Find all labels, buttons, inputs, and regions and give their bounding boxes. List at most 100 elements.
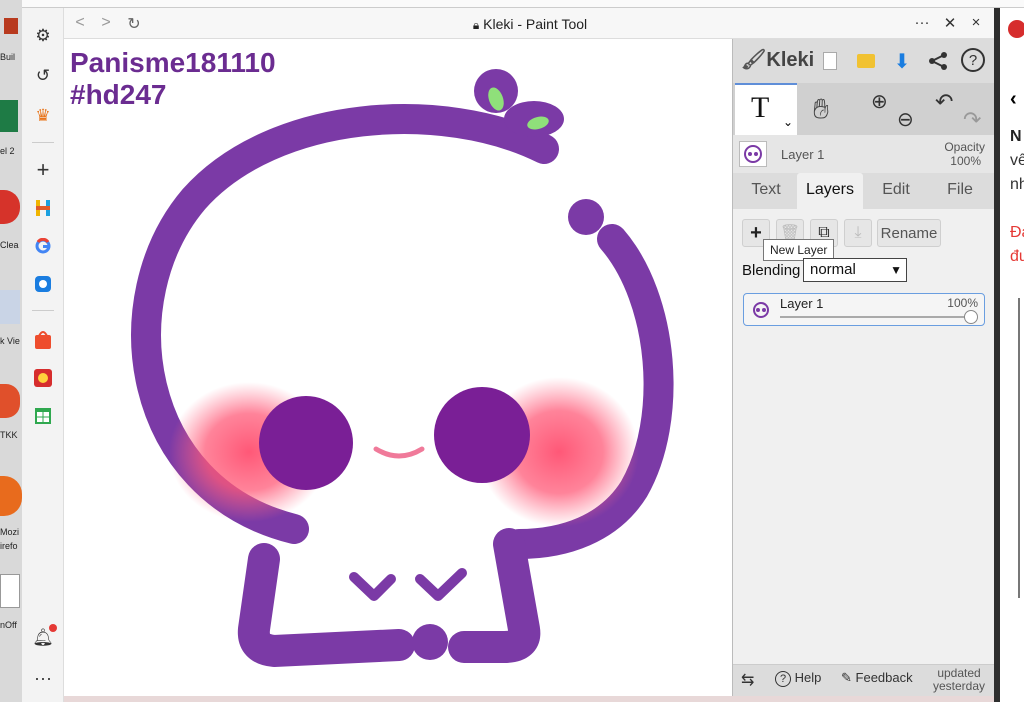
red-app-icon [34,369,52,387]
layer-item-thumbnail [750,298,772,322]
browser-sidebar: ⚙ ↺ ♛ + 🔔︎ ··· [22,8,64,702]
window-top-strip [22,0,1024,8]
swap-sides-icon[interactable]: ⇆ [741,670,754,690]
more-icon[interactable]: ··· [912,14,932,31]
desktop-label: TKK [0,430,18,440]
crown-icon[interactable]: ♛ [31,104,55,128]
feedback-button[interactable]: ✎ Feedback [841,670,913,686]
desktop-label: Mozi [0,527,20,537]
viewer-icon[interactable] [0,290,20,324]
updated-status: updated yesterday [933,667,985,693]
opacity-slider-handle[interactable] [964,310,978,324]
current-layer-name: Layer 1 [781,147,825,162]
green-grid-icon [35,408,51,424]
blending-label: Blending [742,262,801,279]
kleki-brush-icon: 🖌︎ [741,49,767,71]
excel-icon[interactable] [0,100,18,132]
text-tool-button[interactable]: T ⌄ [735,83,797,135]
help-icon[interactable]: ? [961,48,985,72]
sidebar-divider [32,310,54,311]
right-text-line: Đa [1010,224,1024,241]
ccleaner-icon[interactable] [0,190,20,224]
download-icon[interactable]: ⬇ [889,48,915,74]
belly-button [412,624,448,660]
eye-right [434,387,530,483]
screen: Buil el 2 Clea k Vie TKK Mozi irefo nOff… [0,0,1024,702]
window-bottom-strip [64,696,994,702]
current-layer-row: Layer 1 Opacity 100% [733,135,995,173]
help-circle-icon: ? [775,671,791,687]
share-graph-icon [929,52,947,70]
kleki-tabs: Text Layers Edit File [733,173,995,209]
opacity-slider-track[interactable] [780,316,970,318]
body-right [448,528,541,663]
layer-item-opacity: 100% [947,296,978,310]
kleki-toolbar: T ⌄ ✋︎ ⊕ ⊖ ↶ ↷ [733,83,995,135]
pin-off-icon[interactable]: ✕ [940,14,960,32]
help-label: Help [794,670,822,685]
undo-icon[interactable]: ↶ [935,89,953,115]
more-icon[interactable]: ··· [31,666,55,690]
character-drawing [131,69,674,667]
kleki-logo[interactable]: 🖌︎Kleki [741,47,814,72]
rename-button[interactable]: Rename [877,219,941,247]
redo-icon[interactable]: ↷ [963,107,981,133]
sheets-icon[interactable] [31,404,55,428]
desktop-label: Buil [0,52,16,62]
app-icon[interactable] [0,384,20,418]
page-title-text: Kleki - Paint Tool [483,16,588,32]
h-app-icon[interactable] [31,196,55,220]
blending-value: normal [810,261,856,278]
zoom-in-icon[interactable]: ⊕ [871,89,888,114]
chevron-left-icon[interactable]: ‹ [1010,88,1017,111]
desktop-label: k Vie [0,336,20,346]
tab-edit[interactable]: Edit [867,173,925,209]
layer-thumbnail [739,141,767,167]
zoom-out-icon[interactable]: ⊖ [897,107,914,132]
mouth [373,446,425,459]
kleki-header: 🖌︎Kleki ⬇ ? [733,39,995,83]
feedback-icon: ✎ [841,670,852,685]
settings-gear-icon[interactable]: ⚙ [31,24,55,48]
share-icon[interactable] [925,48,951,74]
updated-line-1: updated [937,666,981,680]
open-folder-icon[interactable] [853,48,879,74]
layer-item[interactable]: Layer 1 100% [743,293,985,326]
drawing-canvas[interactable]: Panisme181110 #hd247 [64,39,732,696]
page-title: 🔒︎ Kleki - Paint Tool [64,16,996,33]
shopee-icon[interactable] [31,328,55,352]
history-icon[interactable]: ↺ [31,64,55,88]
feedback-label: Feedback [855,670,913,685]
head-dot [568,199,604,235]
right-text-line: N [1010,128,1022,145]
office-icon[interactable] [0,574,20,608]
app-red-icon[interactable] [31,366,55,390]
right-text-line: nh [1010,176,1024,193]
merge-layer-icon[interactable]: ⤓ [844,219,872,247]
google-icon[interactable] [31,234,55,258]
app-badge-icon [1008,20,1024,38]
new-file-icon[interactable] [817,48,843,74]
close-button[interactable]: × [966,14,986,31]
notification-dot [49,624,57,632]
firefox-icon[interactable] [0,476,22,516]
google-g-icon [35,238,51,254]
tab-layers[interactable]: Layers [797,173,863,209]
messenger-icon[interactable] [31,272,55,296]
sidebar-divider [32,142,54,143]
java-icon[interactable] [4,18,18,34]
tab-file[interactable]: File [931,173,989,209]
right-page-frame [1018,298,1024,598]
h-logo-icon [36,200,50,216]
add-icon[interactable]: + [31,157,55,182]
right-text-line: vê [1010,152,1024,169]
right-text-line: đư [1010,248,1024,265]
opacity-value: 100% [950,154,981,168]
tab-text[interactable]: Text [739,173,793,209]
blending-select[interactable]: normal ▼ [803,258,907,282]
layers-panel: + 🗑︎ ⧉ ⤓ Rename New Layer Blending norma… [733,209,995,664]
hand-icon[interactable]: ✋︎ [813,93,829,126]
desktop-label: nOff [0,620,17,630]
layer-thumb-icon [753,302,769,318]
help-button[interactable]: ? Help [775,670,821,687]
